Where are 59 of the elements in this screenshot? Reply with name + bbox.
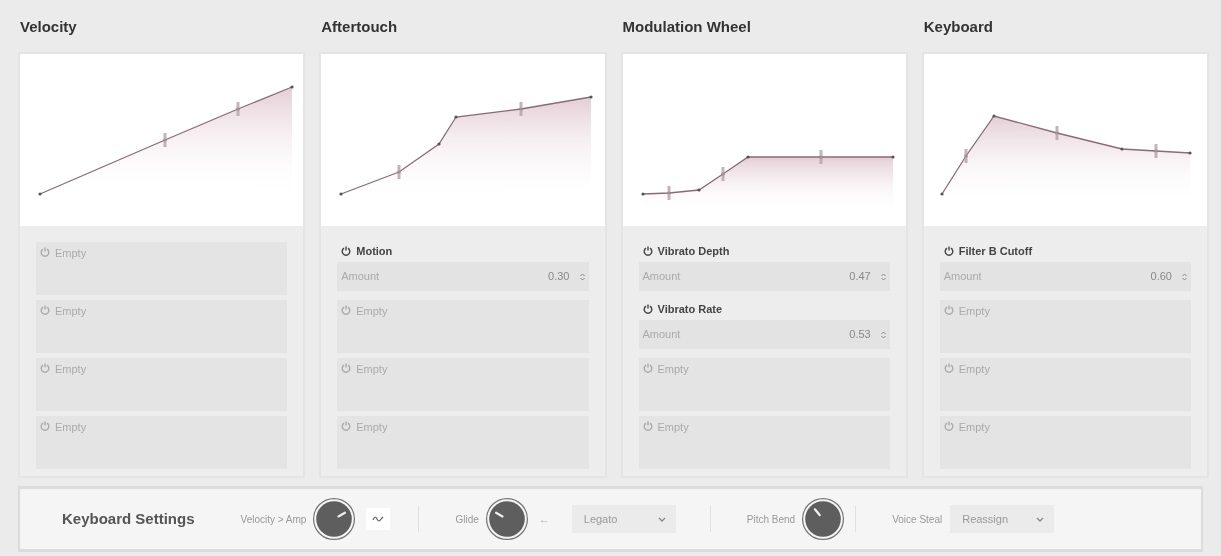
chevron-icon [1036,516,1045,522]
slot-label: Empty [55,247,87,259]
knob[interactable] [801,497,846,541]
knob[interactable] [312,497,357,541]
empty-slot[interactable]: Empty [939,358,1191,411]
control-label: Pitch Bend [746,512,796,527]
power-icon[interactable] [943,246,954,256]
section-title: Velocity [19,17,78,36]
slot-label: Empty [657,421,689,433]
amount-field[interactable]: Amount 0.53 [638,320,890,349]
section-title: Modulation Wheel [621,17,752,36]
power-icon[interactable] [642,246,653,256]
slot-label: Vibrato Depth [657,243,730,259]
slot-label: Empty [55,421,87,433]
chevron-icon [657,516,666,522]
slot-label: Motion [356,243,393,259]
knob[interactable] [484,497,529,541]
section-title: Keyboard [922,17,994,36]
empty-slot[interactable]: Empty [36,300,288,353]
wave-button[interactable] [366,508,391,530]
control-label: Voice Steal [892,512,943,527]
stepper-icon[interactable] [579,272,585,281]
slot-label: Empty [958,363,990,375]
slot-label: Filter B Cutoff [958,243,1033,259]
stepper-icon[interactable] [880,272,886,281]
slot-label: Empty [958,421,990,433]
slot-label: Empty [657,363,689,375]
slot-label: Empty [356,363,388,375]
empty-slot[interactable]: Empty [638,358,890,411]
stepper-icon[interactable] [880,330,886,339]
power-icon[interactable] [642,304,653,314]
empty-slot[interactable]: Empty [36,358,288,411]
section-title: Aftertouch [320,17,399,36]
empty-slot[interactable]: Empty [337,300,589,353]
power-icon[interactable] [341,246,352,256]
control-label: Glide [455,512,479,527]
empty-slot[interactable]: Empty [638,416,890,469]
dropdown[interactable]: Reassign [950,505,1055,533]
empty-slot[interactable]: Empty [36,242,288,295]
slot-label: Empty [356,305,388,317]
stepper-icon[interactable] [1182,272,1187,281]
arrow-glyph: ← [538,511,550,527]
slot-label: Vibrato Rate [657,301,723,317]
settings-title: Keyboard Settings [62,508,195,529]
dropdown[interactable]: Legato [571,505,676,533]
amount-field[interactable]: Amount 0.60 [939,262,1191,291]
slot-label: Empty [356,421,388,433]
slot-label: Empty [55,363,87,375]
empty-slot[interactable]: Empty [36,416,288,469]
control-label: Velocity > Amp [240,512,307,527]
amount-field[interactable]: Amount 0.30 [337,262,589,291]
amount-field[interactable]: Amount 0.47 [638,262,890,291]
empty-slot[interactable]: Empty [337,358,589,411]
empty-slot[interactable]: Empty [337,416,589,469]
empty-slot[interactable]: Empty [939,416,1191,469]
wave-icon [372,515,385,523]
empty-slot[interactable]: Empty [939,300,1191,353]
slot-label: Empty [55,305,87,317]
slot-label: Empty [958,305,990,317]
